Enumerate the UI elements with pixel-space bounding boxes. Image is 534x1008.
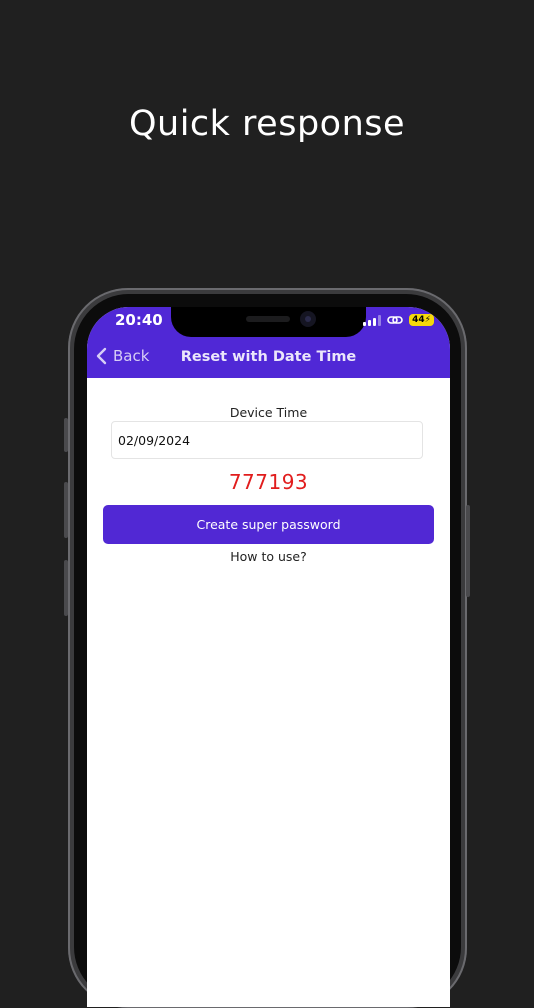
front-camera [300, 311, 316, 327]
notch [171, 307, 366, 337]
speaker-grille [246, 316, 290, 322]
volume-down-button [64, 560, 68, 616]
app-header: 20:40 44⚡ Back Reset with Date Time [87, 307, 450, 378]
create-super-password-button[interactable]: Create super password [103, 505, 434, 544]
device-time-label: Device Time [229, 405, 308, 420]
silent-switch [64, 418, 68, 452]
page-title: Reset with Date Time [180, 349, 357, 365]
device-time-input[interactable] [111, 421, 423, 459]
status-icons: 44⚡ [363, 314, 434, 326]
battery-charging-icon: 44⚡ [409, 314, 434, 326]
battery-level: 44 [412, 315, 425, 325]
how-to-use-link[interactable]: How to use? [87, 549, 450, 564]
power-button [466, 505, 470, 597]
cellular-signal-icon [363, 314, 382, 326]
link-icon [387, 316, 403, 324]
phone-screen: 20:40 44⚡ Back Reset with Date Time Devi… [87, 307, 450, 1007]
volume-up-button [64, 482, 68, 538]
promo-headline: Quick response [128, 104, 406, 144]
charging-bolt: ⚡ [424, 315, 431, 325]
super-password-code: 777193 [228, 470, 309, 494]
status-time: 20:40 [115, 311, 163, 329]
